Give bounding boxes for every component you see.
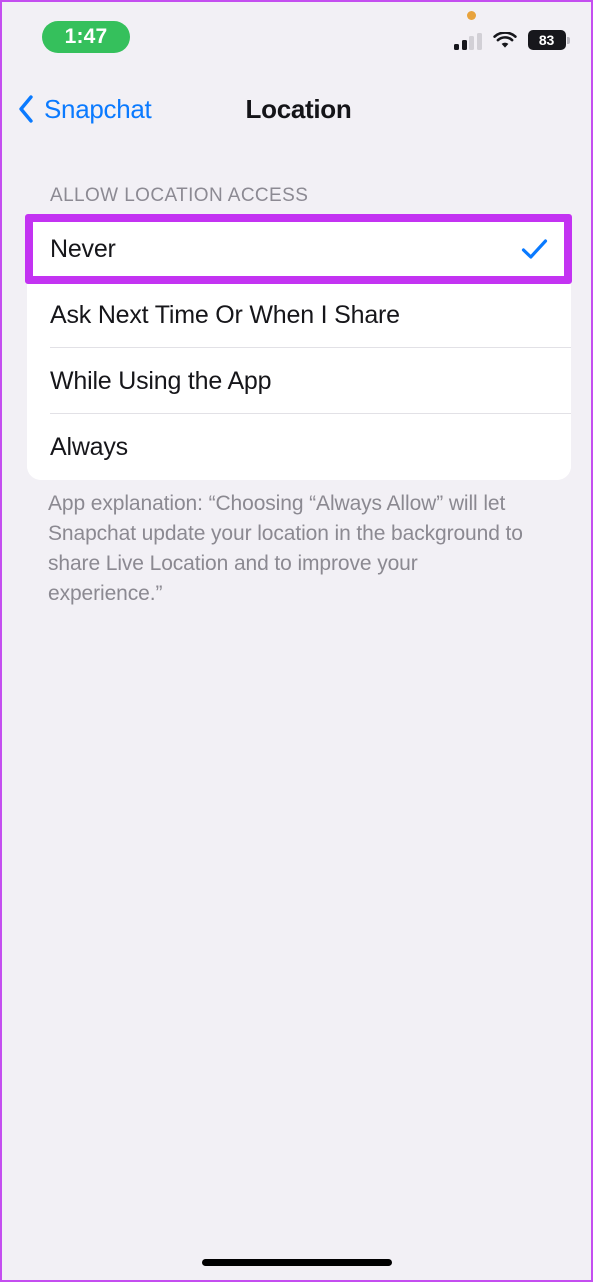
option-label: Ask Next Time Or When I Share [50, 300, 400, 329]
battery-percent-label: 83 [538, 32, 555, 48]
section-header-label: ALLOW LOCATION ACCESS [50, 185, 309, 206]
cellular-signal-icon [454, 33, 482, 50]
status-time-label: 1:47 [64, 25, 108, 48]
option-row-while-using-the-app[interactable]: While Using the App [27, 348, 571, 414]
status-bar: 1:47 83 [2, 2, 591, 72]
option-row-ask-next-time[interactable]: Ask Next Time Or When I Share [27, 282, 571, 348]
option-row-never[interactable]: Never [27, 216, 571, 282]
page-title: Location [245, 93, 352, 124]
location-access-options-list: Never Ask Next Time Or When I Share Whil… [27, 216, 571, 480]
iphone-screen: 1:47 83 Snapchat Location ALLOW LOCATION… [0, 0, 593, 1282]
wifi-icon [492, 32, 517, 48]
option-label: While Using the App [50, 366, 272, 395]
navigation-bar: Snapchat Location [2, 80, 591, 138]
option-label: Never [50, 234, 116, 263]
privacy-indicator-dot [467, 11, 476, 20]
section-footer-text: App explanation: “Choosing “Always Allow… [48, 492, 523, 605]
checkmark-icon [521, 239, 548, 259]
option-label: Always [50, 432, 128, 461]
status-indicators: 83 [454, 28, 570, 50]
home-indicator[interactable] [201, 1259, 392, 1266]
status-time-pill: 1:47 [42, 21, 130, 53]
option-row-always[interactable]: Always [27, 414, 571, 480]
battery-icon: 83 [527, 30, 570, 50]
